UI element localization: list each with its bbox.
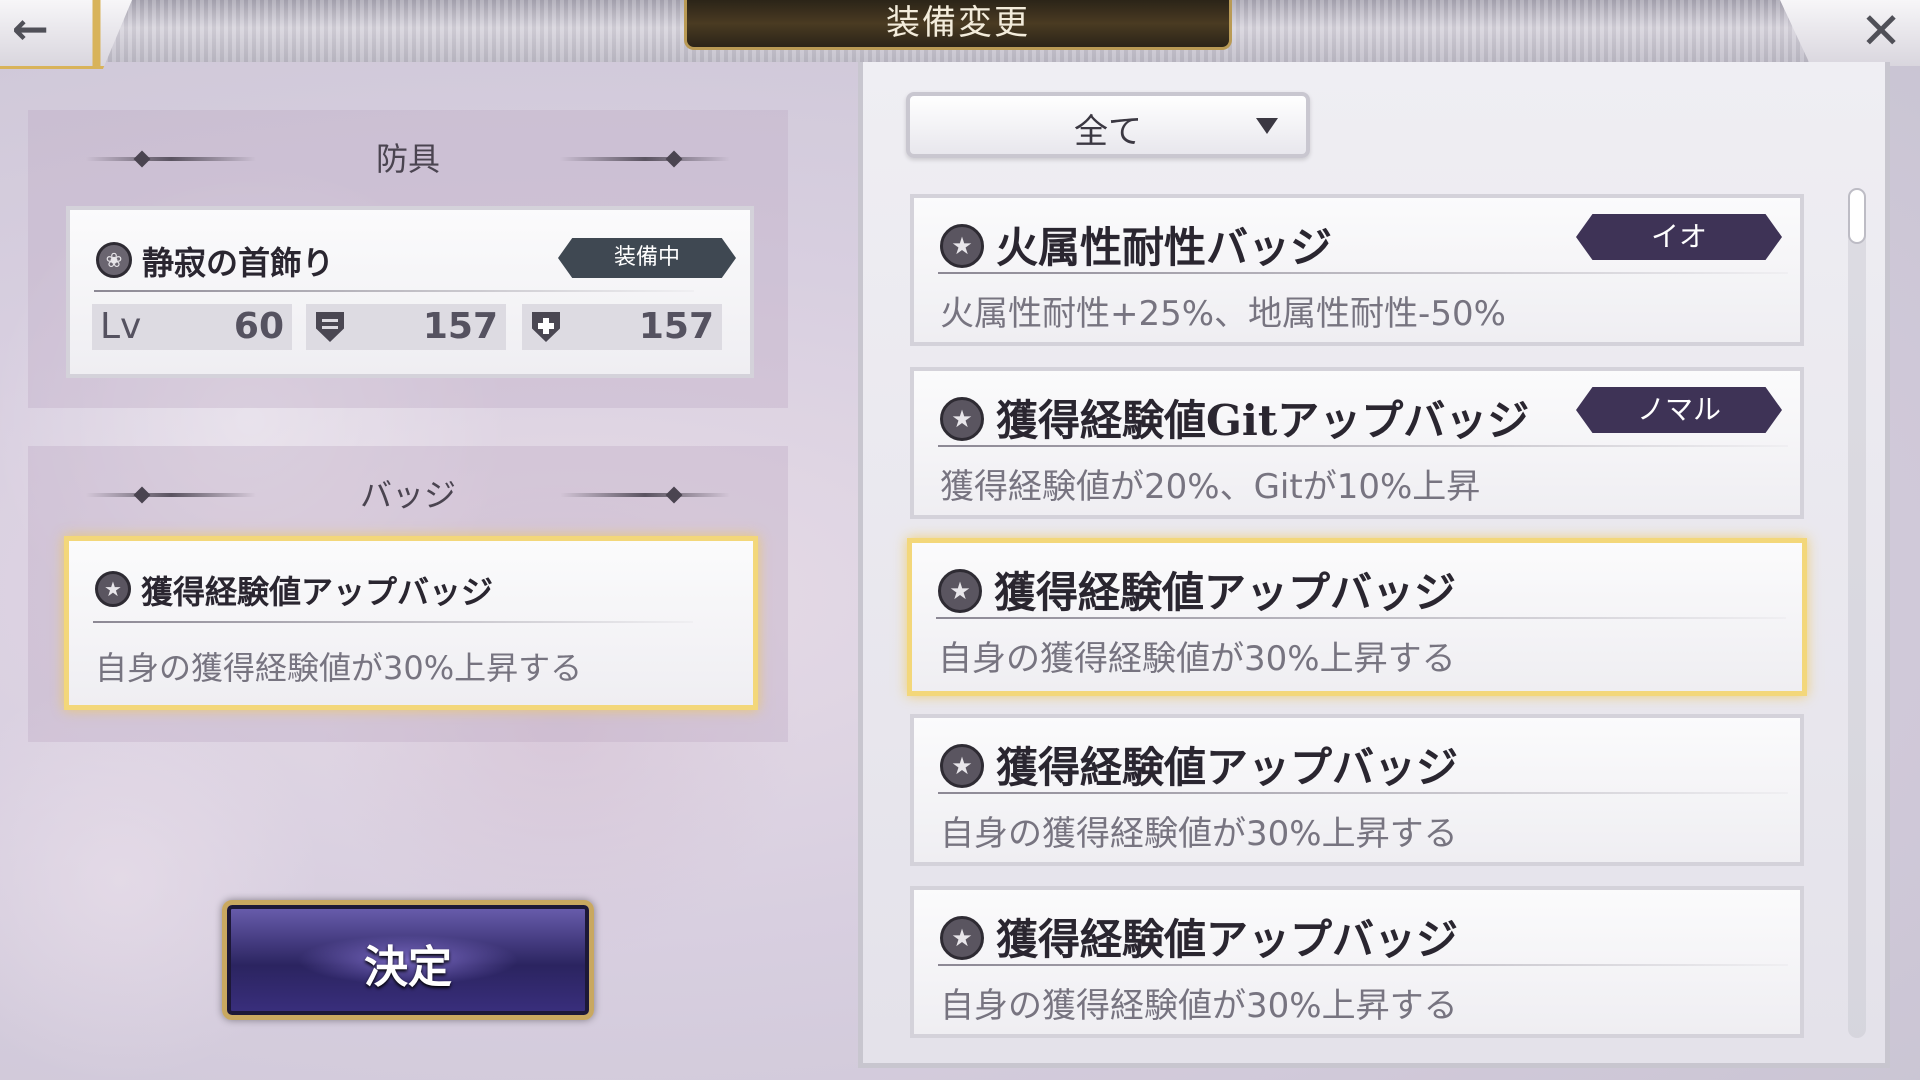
list-item-name: 火属性耐性バッジ bbox=[996, 223, 1333, 272]
armor-section-title: 防具 bbox=[375, 140, 440, 178]
list-item[interactable]: ★ 獲得経験値アップバッジ 自身の獲得経験値が30%上昇する bbox=[910, 714, 1804, 866]
badge-description: 自身の獲得経験値が30%上昇する bbox=[95, 649, 583, 687]
badge-section-title: バッジ bbox=[359, 476, 456, 514]
confirm-label: 決定 bbox=[364, 942, 452, 993]
magic-defense-stat: 157 bbox=[522, 304, 722, 350]
list-item-description: 自身の獲得経験値が30%上昇する bbox=[940, 814, 1458, 854]
list-item-name: 獲得経験値アップバッジ bbox=[996, 915, 1459, 964]
filter-dropdown[interactable]: 全て bbox=[906, 92, 1310, 158]
list-item-name: 獲得経験値アップバッジ bbox=[996, 743, 1459, 792]
defense-stat: 157 bbox=[306, 304, 506, 350]
chevron-down-icon bbox=[1256, 118, 1278, 134]
necklace-icon: ❀ bbox=[96, 242, 132, 278]
list-item-description: 火属性耐性+25%、地属性耐性-50% bbox=[940, 294, 1506, 334]
equipped-badge-card[interactable]: ★ 獲得経験値アップバッジ 自身の獲得経験値が30%上昇する bbox=[64, 536, 758, 710]
equipped-badge: 装備中 bbox=[558, 238, 736, 278]
star-badge-icon: ★ bbox=[940, 224, 984, 268]
star-badge-icon: ★ bbox=[938, 569, 982, 613]
list-item-name: 獲得経験値Gitアップバッジ bbox=[996, 396, 1530, 445]
star-badge-icon: ★ bbox=[940, 916, 984, 960]
equipped-armor-card[interactable]: ❀ 静寂の首飾り 装備中 Lv 60 157 157 bbox=[66, 206, 754, 378]
list-item[interactable]: ★ 火属性耐性バッジ イオ 火属性耐性+25%、地属性耐性-50% bbox=[910, 194, 1804, 346]
star-badge-icon: ★ bbox=[95, 571, 131, 607]
close-icon: ✕ bbox=[1860, 2, 1902, 60]
filter-selected: 全て bbox=[1074, 112, 1142, 152]
cross-shield-icon bbox=[532, 312, 560, 342]
list-item-description: 自身の獲得経験値が30%上昇する bbox=[940, 986, 1458, 1026]
confirm-button[interactable]: 決定 bbox=[222, 900, 594, 1020]
scrollbar-thumb[interactable] bbox=[1848, 188, 1866, 244]
defense-value: 157 bbox=[422, 306, 498, 347]
list-item-selected[interactable]: ★ 獲得経験値アップバッジ 自身の獲得経験値が30%上昇する bbox=[907, 538, 1807, 696]
armor-name: 静寂の首飾り bbox=[142, 244, 335, 282]
armor-panel: 防具 ❀ 静寂の首飾り 装備中 Lv 60 157 157 bbox=[28, 110, 788, 408]
list-item-name: 獲得経験値アップバッジ bbox=[994, 568, 1457, 617]
star-badge-icon: ★ bbox=[940, 744, 984, 788]
list-item[interactable]: ★ 獲得経験値アップバッジ 自身の獲得経験値が30%上昇する bbox=[910, 886, 1804, 1038]
star-badge-icon: ★ bbox=[940, 397, 984, 441]
list-item-description: 自身の獲得経験値が30%上昇する bbox=[938, 639, 1456, 679]
back-arrow-icon: ← bbox=[12, 4, 49, 55]
level-label: Lv bbox=[100, 306, 142, 347]
badge-name: 獲得経験値アップバッジ bbox=[141, 573, 494, 611]
magic-defense-value: 157 bbox=[638, 306, 714, 347]
rarity-tag: イオ bbox=[1576, 214, 1782, 260]
badge-panel: バッジ ★ 獲得経験値アップバッジ 自身の獲得経験値が30%上昇する bbox=[28, 446, 788, 742]
level-value: 60 bbox=[233, 306, 284, 347]
rarity-tag: ノマル bbox=[1576, 387, 1782, 433]
list-item-description: 獲得経験値が20%、Gitが10%上昇 bbox=[940, 467, 1481, 507]
page-title: 装備変更 bbox=[886, 3, 1030, 43]
title-plate: 装備変更 bbox=[684, 0, 1232, 50]
list-item[interactable]: ★ 獲得経験値Gitアップバッジ ノマル 獲得経験値が20%、Gitが10%上昇 bbox=[910, 367, 1804, 519]
shield-icon bbox=[316, 312, 344, 342]
level-stat: Lv 60 bbox=[92, 304, 292, 350]
scrollbar-track[interactable] bbox=[1848, 188, 1866, 1038]
